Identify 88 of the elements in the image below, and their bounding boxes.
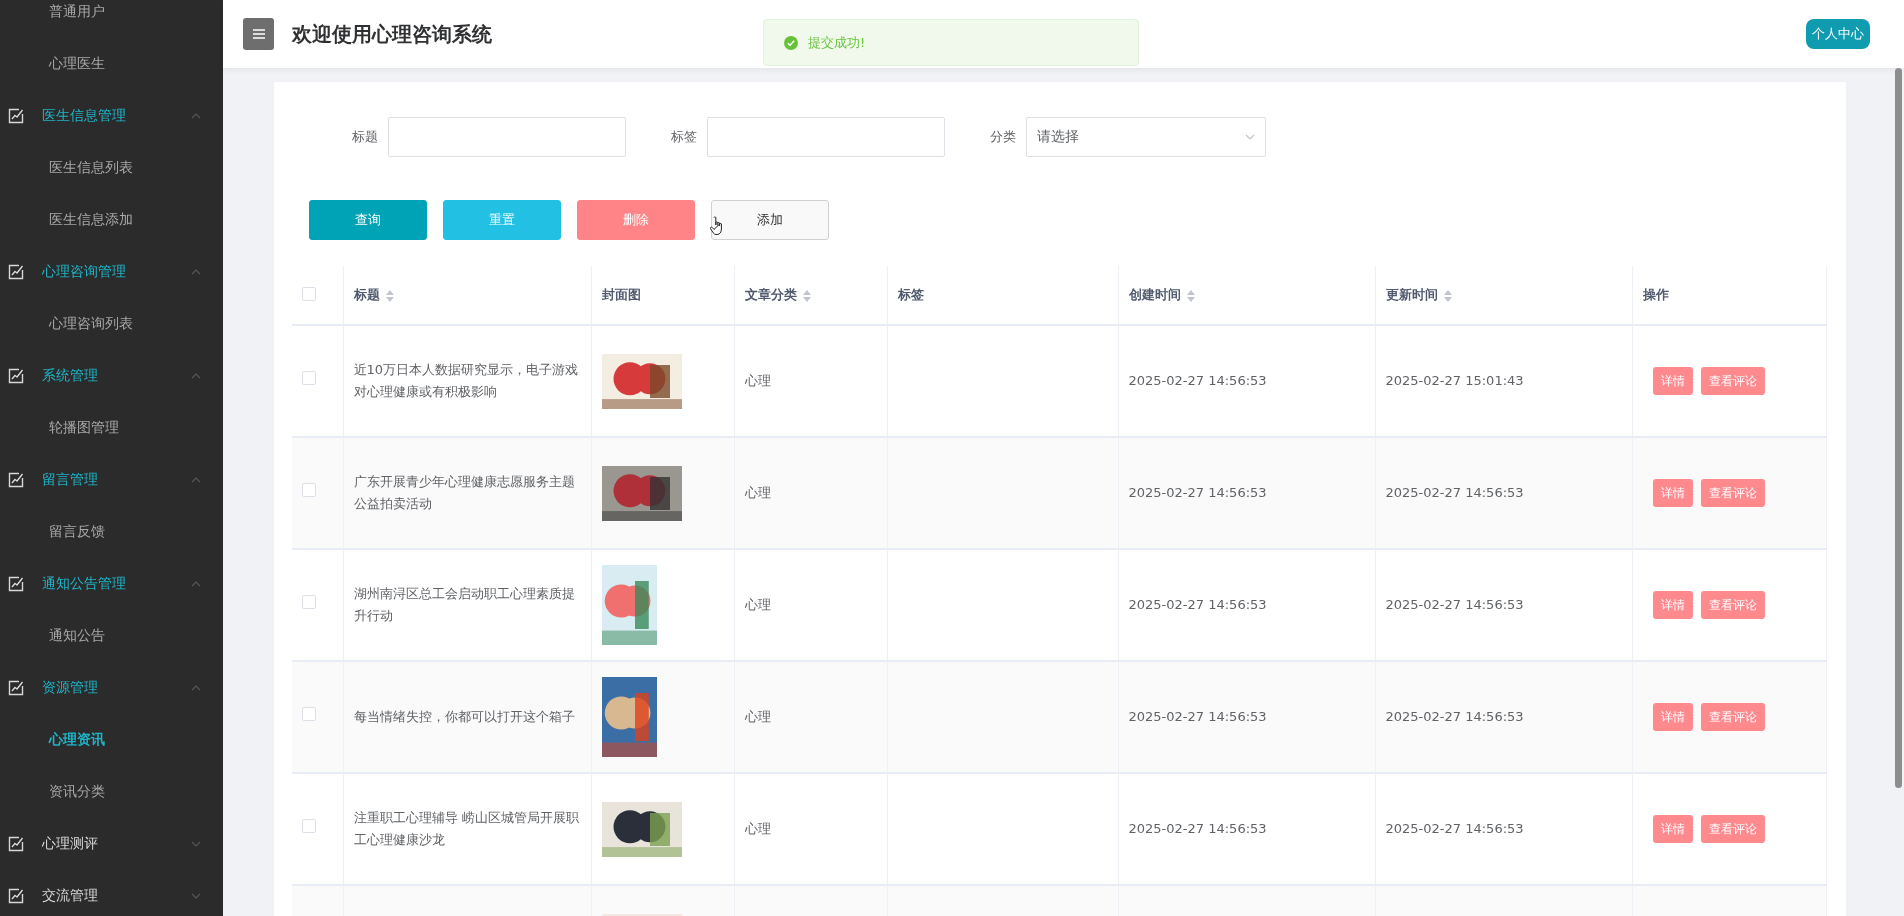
menu-group[interactable]: 交流管理: [0, 870, 223, 916]
table-cell: 2025-02-27 14:56:53: [1385, 597, 1524, 612]
sort-icon[interactable]: [1186, 289, 1195, 302]
chevron-icon: [191, 113, 201, 119]
table-cell: 2025-02-27 14:56:53: [1128, 373, 1267, 388]
checkbox[interactable]: [302, 707, 316, 721]
table-cell: 注重职工心理辅导 崂山区城管局开展职工心理健康沙龙: [353, 810, 579, 847]
column-header[interactable]: 创建时间: [1128, 287, 1195, 302]
column-header: 标签: [897, 287, 924, 302]
chevron-icon: [191, 269, 201, 275]
table-cell: 心理: [744, 373, 771, 388]
menu-group[interactable]: 系统管理: [0, 350, 223, 402]
chevron-icon: [191, 893, 201, 899]
column-header: 操作: [1642, 287, 1669, 302]
input-field[interactable]: [388, 117, 626, 157]
table-cell: 心理: [744, 485, 771, 500]
menu-group[interactable]: 资源管理: [0, 662, 223, 714]
check-circle-icon: [784, 35, 798, 50]
table-cell: 2025-02-27 14:56:53: [1128, 597, 1267, 612]
table-cell: 2025-02-27 15:01:43: [1385, 373, 1524, 388]
page-title: 欢迎使用心理咨询系统: [292, 20, 492, 48]
menu-item[interactable]: 心理医生: [0, 38, 223, 90]
menu-item[interactable]: 资讯分类: [0, 766, 223, 818]
chevron-icon: [191, 685, 201, 691]
chart-icon: [8, 472, 24, 488]
menu-group[interactable]: 心理咨询管理: [0, 246, 223, 298]
input-field[interactable]: [707, 117, 945, 157]
menu-item[interactable]: 医生信息添加: [0, 194, 223, 246]
action-button[interactable]: 查询: [309, 200, 427, 240]
checkbox[interactable]: [302, 371, 316, 385]
table-cell: 2025-02-27 14:56:53: [1128, 709, 1267, 724]
chevron-icon: [1245, 134, 1255, 140]
menu-item[interactable]: 通知公告: [0, 610, 223, 662]
menu-item[interactable]: 心理资讯: [0, 714, 223, 766]
chart-icon: [8, 264, 24, 280]
chart-icon: [8, 368, 24, 384]
chart-icon: [8, 576, 24, 592]
chevron-icon: [191, 373, 201, 379]
table-cell: 2025-02-27 14:56:53: [1128, 821, 1267, 836]
field-label: 分类: [990, 128, 1016, 146]
table-cell: 广东开展青少年心理健康志愿服务主题公益拍卖活动: [353, 474, 575, 511]
table-cell: 2025-02-27 14:56:53: [1385, 709, 1524, 724]
checkbox[interactable]: [302, 286, 316, 301]
table-cell: 湖州南浔区总工会启动职工心理素质提升行动: [353, 586, 575, 623]
sort-icon[interactable]: [1443, 289, 1452, 302]
chart-icon: [8, 680, 24, 696]
table-cell: 2025-02-27 14:56:53: [1385, 485, 1524, 500]
field-label: 标题: [352, 128, 378, 146]
sort-icon[interactable]: [385, 289, 394, 302]
menu-item[interactable]: 医生信息列表: [0, 142, 223, 194]
menu-item[interactable]: 普通用户: [0, 0, 223, 38]
table-cell: 心理: [744, 821, 771, 836]
column-header: 封面图: [601, 287, 641, 302]
checkbox[interactable]: [302, 819, 316, 833]
scrollbar[interactable]: [1895, 68, 1902, 788]
column-header[interactable]: 更新时间: [1385, 287, 1452, 302]
chart-icon: [8, 888, 24, 904]
checkbox[interactable]: [302, 595, 316, 609]
menu-item[interactable]: 轮播图管理: [0, 402, 223, 454]
menu-group[interactable]: 通知公告管理: [0, 558, 223, 610]
action-button[interactable]: 添加: [711, 200, 829, 240]
menu-group[interactable]: 医生信息管理: [0, 90, 223, 142]
profile-button[interactable]: 个人中心: [1806, 19, 1870, 49]
table-cell: 心理: [744, 709, 771, 724]
hand-cursor-icon: [709, 216, 725, 236]
menu-icon: [252, 29, 265, 39]
menu-group[interactable]: 心理测评: [0, 818, 223, 870]
chevron-icon: [191, 581, 201, 587]
chart-icon: [8, 836, 24, 852]
column-header[interactable]: 标题: [353, 287, 394, 302]
toast-message: 提交成功!: [808, 33, 866, 52]
checkbox[interactable]: [302, 483, 316, 497]
menu-item[interactable]: 心理咨询列表: [0, 298, 223, 350]
table-cell: 每当情绪失控，你都可以打开这个箱子: [353, 709, 575, 724]
table-cell: 2025-02-27 14:56:53: [1128, 485, 1267, 500]
menu-item[interactable]: 留言反馈: [0, 506, 223, 558]
sort-icon[interactable]: [802, 289, 811, 302]
table-cell: 心理: [744, 597, 771, 612]
menu-button[interactable]: [243, 18, 274, 50]
table-cell: 2025-02-27 14:56:53: [1385, 821, 1524, 836]
menu-group[interactable]: 留言管理: [0, 454, 223, 506]
chevron-icon: [191, 841, 201, 847]
chart-icon: [8, 108, 24, 124]
table-cell: 近10万日本人数据研究显示，电子游戏对心理健康或有积极影响: [353, 362, 579, 399]
category-select[interactable]: 请选择: [1026, 117, 1266, 157]
chevron-icon: [191, 477, 201, 483]
column-header[interactable]: 文章分类: [744, 287, 811, 302]
field-label: 标签: [671, 128, 697, 146]
